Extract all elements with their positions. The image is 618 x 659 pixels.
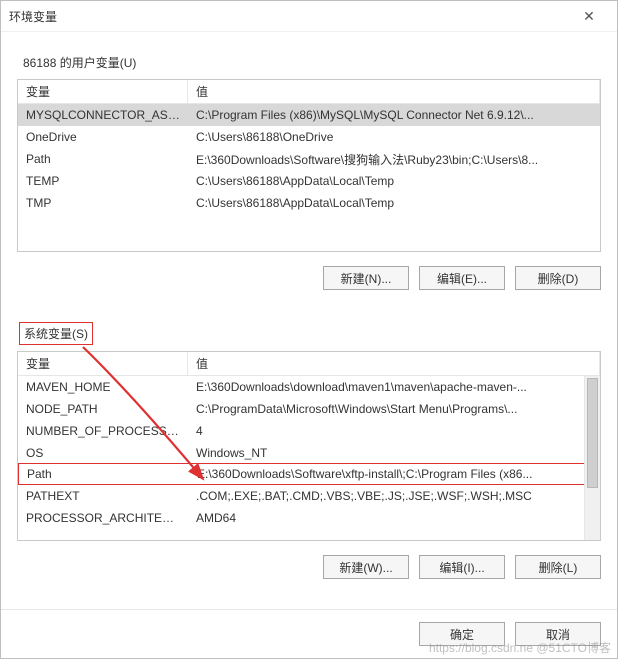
window-title: 环境变量 <box>9 8 569 25</box>
list-item[interactable]: PATHEXT .COM;.EXE;.BAT;.CMD;.VBS;.VBE;.J… <box>18 485 600 507</box>
new-user-var-button[interactable]: 新建(N)... <box>323 266 409 290</box>
system-list-header: 变量 值 <box>18 352 600 376</box>
cell-variable: MAVEN_HOME <box>18 380 188 394</box>
system-variables-section: 系统变量(S) 变量 值 MAVEN_HOME E:\360Downloads\… <box>17 316 601 597</box>
system-section-label: 系统变量(S) <box>19 322 93 345</box>
delete-user-var-button[interactable]: 删除(D) <box>515 266 601 290</box>
cell-value: C:\Program Files (x86)\MySQL\MySQL Conne… <box>188 108 600 122</box>
cell-value: E:\360Downloads\Software\xftp-install\;C… <box>189 467 599 481</box>
column-header-value[interactable]: 值 <box>188 352 600 375</box>
scrollbar-thumb[interactable] <box>587 378 598 488</box>
cell-variable: TMP <box>18 196 188 210</box>
list-item[interactable]: TMP C:\Users\86188\AppData\Local\Temp <box>18 192 600 214</box>
cell-value: C:\Users\86188\AppData\Local\Temp <box>188 196 600 210</box>
list-item[interactable]: Path E:\360Downloads\Software\搜狗输入法\Ruby… <box>18 148 600 170</box>
cell-value: C:\ProgramData\Microsoft\Windows\Start M… <box>188 402 600 416</box>
dialog-bottom-bar: 确定 取消 <box>1 609 617 658</box>
list-item[interactable]: Path E:\360Downloads\Software\xftp-insta… <box>18 463 600 485</box>
user-variables-section: 86188 的用户变量(U) 变量 值 MYSQLCONNECTOR_ASS..… <box>17 46 601 308</box>
user-list-body: MYSQLCONNECTOR_ASS... C:\Program Files (… <box>18 104 600 251</box>
cell-variable: NODE_PATH <box>18 402 188 416</box>
cell-variable: MYSQLCONNECTOR_ASS... <box>18 108 188 122</box>
user-variables-list[interactable]: 变量 值 MYSQLCONNECTOR_ASS... C:\Program Fi… <box>17 79 601 252</box>
list-item[interactable]: PROCESSOR_ARCHITECT... AMD64 <box>18 507 600 529</box>
new-system-var-button[interactable]: 新建(W)... <box>323 555 409 579</box>
cancel-button[interactable]: 取消 <box>515 622 601 646</box>
cell-variable: PROCESSOR_ARCHITECT... <box>18 511 188 525</box>
cell-value: AMD64 <box>188 511 600 525</box>
dialog-content: 86188 的用户变量(U) 变量 值 MYSQLCONNECTOR_ASS..… <box>1 32 617 609</box>
list-item[interactable]: TEMP C:\Users\86188\AppData\Local\Temp <box>18 170 600 192</box>
list-item[interactable]: MYSQLCONNECTOR_ASS... C:\Program Files (… <box>18 104 600 126</box>
cell-value: C:\Users\86188\OneDrive <box>188 130 600 144</box>
cell-variable: TEMP <box>18 174 188 188</box>
cell-variable: NUMBER_OF_PROCESSORS <box>18 424 188 438</box>
titlebar: 环境变量 ✕ <box>1 1 617 32</box>
cell-variable: Path <box>19 467 189 481</box>
system-list-body: MAVEN_HOME E:\360Downloads\download\mave… <box>18 376 600 540</box>
list-item[interactable]: NODE_PATH C:\ProgramData\Microsoft\Windo… <box>18 398 600 420</box>
list-item[interactable]: OneDrive C:\Users\86188\OneDrive <box>18 126 600 148</box>
list-item[interactable]: MAVEN_HOME E:\360Downloads\download\mave… <box>18 376 600 398</box>
column-header-variable[interactable]: 变量 <box>18 352 188 375</box>
cell-value: C:\Users\86188\AppData\Local\Temp <box>188 174 600 188</box>
cell-variable: OneDrive <box>18 130 188 144</box>
close-icon: ✕ <box>583 8 595 25</box>
column-header-value[interactable]: 值 <box>188 80 600 103</box>
list-item[interactable]: OS Windows_NT <box>18 442 600 464</box>
cell-value: Windows_NT <box>188 446 600 460</box>
list-item[interactable]: NUMBER_OF_PROCESSORS 4 <box>18 420 600 442</box>
cell-variable: Path <box>18 152 188 166</box>
environment-variables-dialog: 环境变量 ✕ 86188 的用户变量(U) 变量 值 MYSQLCONNECTO… <box>0 0 618 659</box>
edit-system-var-button[interactable]: 编辑(I)... <box>419 555 505 579</box>
cell-value: 4 <box>188 424 600 438</box>
column-header-variable[interactable]: 变量 <box>18 80 188 103</box>
system-variables-list[interactable]: 变量 值 MAVEN_HOME E:\360Downloads\download… <box>17 351 601 541</box>
cell-variable: OS <box>18 446 188 460</box>
scrollbar[interactable] <box>584 376 600 540</box>
user-list-header: 变量 值 <box>18 80 600 104</box>
ok-button[interactable]: 确定 <box>419 622 505 646</box>
cell-value: .COM;.EXE;.BAT;.CMD;.VBS;.VBE;.JS;.JSE;.… <box>188 489 600 503</box>
user-button-row: 新建(N)... 编辑(E)... 删除(D) <box>17 266 601 290</box>
cell-value: E:\360Downloads\Software\搜狗输入法\Ruby23\bi… <box>188 151 600 168</box>
close-button[interactable]: ✕ <box>569 2 609 30</box>
delete-system-var-button[interactable]: 删除(L) <box>515 555 601 579</box>
user-section-label: 86188 的用户变量(U) <box>19 52 140 73</box>
edit-user-var-button[interactable]: 编辑(E)... <box>419 266 505 290</box>
system-button-row: 新建(W)... 编辑(I)... 删除(L) <box>17 555 601 579</box>
cell-variable: PATHEXT <box>18 489 188 503</box>
cell-value: E:\360Downloads\download\maven1\maven\ap… <box>188 380 600 394</box>
